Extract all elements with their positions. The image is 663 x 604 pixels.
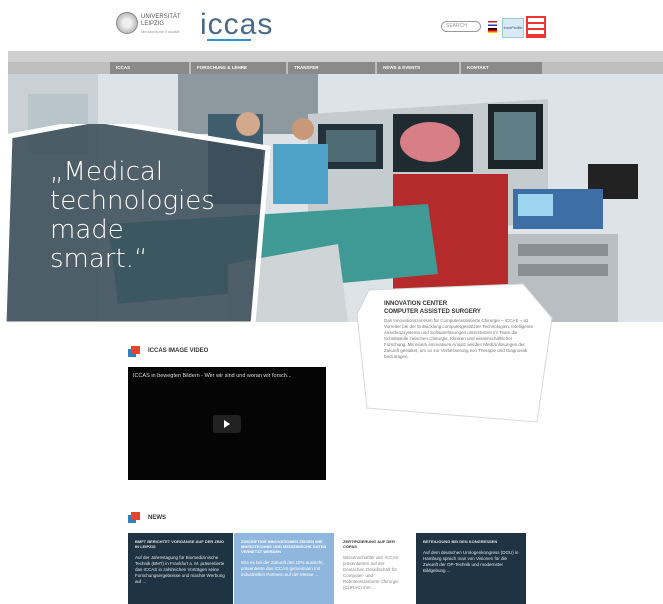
hero-quote-line: smart.“ (50, 244, 148, 274)
news-card-title[interactable]: ZERTIFIZIERUNG AUF DER COPAS (343, 539, 407, 549)
news-card[interactable]: BETEILIGUNG BEI DEN KONGRESSEN Auf dem d… (416, 533, 526, 604)
video-heading: ICCAS IMAGE VIDEO (148, 348, 209, 354)
video-title[interactable]: ICCAS in bewegten Bildern - Wer wir sind… (133, 373, 323, 379)
hero-quote-line: „Medical (50, 157, 164, 187)
info-title-line: INNOVATION CENTER (384, 301, 448, 307)
news-heading: NEWS (148, 515, 166, 521)
news-card-title[interactable]: BMFT BERICHTET VORGÄNGE AUF DER ZBIO IN … (135, 539, 226, 549)
hero-quote-line: made (50, 215, 124, 245)
play-icon (224, 420, 230, 428)
news-card[interactable]: BMFT BERICHTET VORGÄNGE AUF DER ZBIO IN … (128, 533, 233, 604)
nav-item-transfer[interactable]: TRANSFER (288, 62, 376, 74)
iccas-logo[interactable]: iccas (200, 8, 273, 42)
main-nav: ICCAS FORSCHUNG & LEHRE TRANSFER NEWS & … (8, 62, 663, 74)
nav-item-research[interactable]: FORSCHUNG & LEHRE (191, 62, 287, 74)
nav-item-news-events[interactable]: NEWS & EVENTS (377, 62, 460, 74)
search-input[interactable]: SEARCH (441, 21, 481, 32)
hero-quote-line: technologies (50, 186, 215, 216)
nav-top-strip (8, 51, 663, 62)
english-flag-icon[interactable] (488, 21, 497, 26)
news-card-text: Auf dem deutschen Urologenkongress (DGU)… (423, 550, 519, 573)
partner-logo-icon[interactable] (526, 16, 546, 38)
university-subtitle: Medizinische Fakultät (141, 29, 180, 34)
news-card-text: Wie es bei der Zukunft des OPs aussieht,… (241, 560, 324, 577)
section-icon (128, 512, 140, 523)
info-text: Das Innovationszentrum für Computerassis… (384, 318, 534, 359)
nav-item-iccas[interactable]: ICCAS (110, 62, 190, 74)
play-button[interactable] (213, 415, 241, 433)
university-seal-icon[interactable] (116, 12, 138, 34)
news-card-title[interactable]: BETEILIGUNG BEI DEN KONGRESSEN (423, 539, 519, 544)
logo-underline (207, 39, 251, 41)
german-flag-icon[interactable] (488, 28, 497, 33)
news-card-text: Auf der Jahrestagung für Biomedizinische… (135, 555, 225, 584)
news-card[interactable]: ZUKÜNFTIGE INNOVATIONEN ZEIGEN WIE MIKRO… (234, 533, 334, 604)
news-card[interactable]: ZERTIFIZIERUNG AUF DER COPAS Wissenschaf… (336, 533, 414, 604)
partner-badge[interactable]: InnoProfile (502, 18, 524, 38)
university-name[interactable]: UNIVERSITÄT LEIPZIG (141, 14, 191, 28)
news-card-text: Wissenschaftler des ICCAS präsentierten … (343, 555, 399, 590)
info-title: INNOVATION CENTER COMPUTER ASSISTED SURG… (384, 300, 534, 316)
nav-item-contact[interactable]: KONTAKT (461, 62, 543, 74)
hero-quote: „Medical technologies made smart.“ (50, 158, 215, 274)
section-icon (128, 346, 140, 357)
info-title-line: COMPUTER ASSISTED SURGERY (384, 309, 481, 315)
news-card-title[interactable]: ZUKÜNFTIGE INNOVATIONEN ZEIGEN WIE MIKRO… (241, 539, 327, 554)
